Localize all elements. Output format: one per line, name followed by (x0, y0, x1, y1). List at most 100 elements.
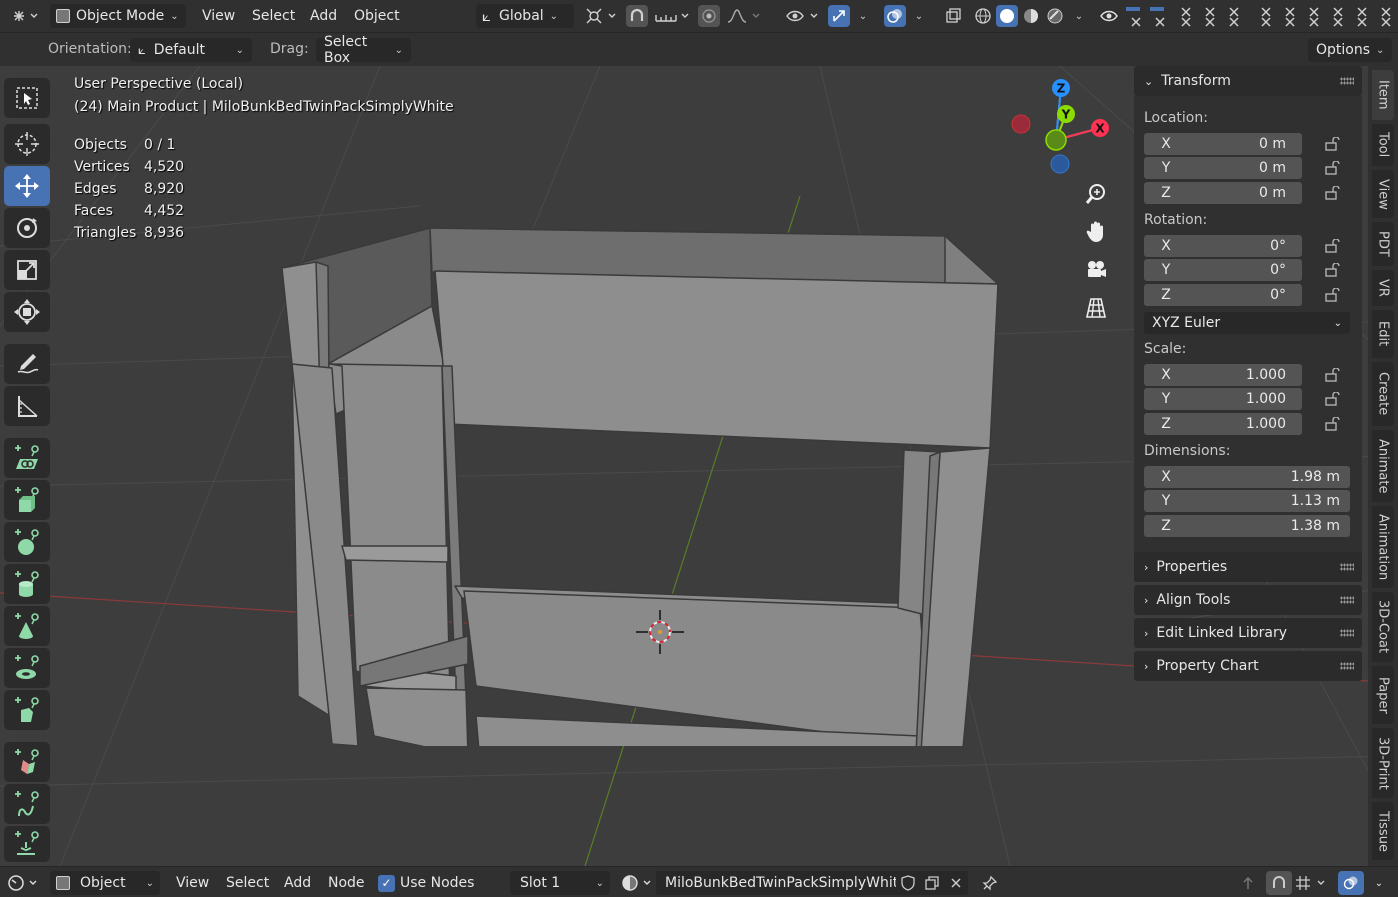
tab-animation[interactable]: Animation (1372, 506, 1394, 588)
shading-dropdown-icon[interactable]: ⌄ (1068, 5, 1090, 27)
transform-panel-header[interactable]: ⌄ Transform (1134, 66, 1362, 96)
add-cube-tool[interactable] (4, 480, 50, 520)
3d-cursor-icon[interactable] (634, 608, 686, 656)
overlay-dropdown-button[interactable]: ⌄ (1368, 871, 1390, 895)
menu-object[interactable]: Object (354, 4, 400, 28)
add-curve-tool[interactable] (4, 784, 50, 824)
overlay-dropdown-icon[interactable]: ⌄ (908, 5, 930, 27)
scale-z-field[interactable]: Z 1.000 (1144, 413, 1302, 435)
tab-view[interactable]: View (1372, 170, 1394, 218)
visibility-icon[interactable] (784, 5, 824, 27)
use-nodes-checkbox[interactable]: ✓ Use Nodes (378, 871, 474, 895)
3d-viewport[interactable]: User Perspective (Local) (24) Main Produ… (0, 66, 1398, 866)
tab-pdt[interactable]: PDT (1372, 222, 1394, 266)
mode-dropdown[interactable]: Object Mode ⌄ (50, 4, 186, 28)
lock-icon[interactable] (1324, 288, 1340, 302)
material-name-field[interactable]: MiloBunkBedTwinPackSimplyWhite (656, 871, 907, 895)
add-cylinder-tool[interactable] (4, 564, 50, 604)
cursor-tool[interactable] (4, 124, 50, 164)
add-object-tool[interactable] (4, 742, 50, 782)
material-shading-icon[interactable] (1020, 5, 1042, 27)
add-cone-tool[interactable] (4, 606, 50, 646)
options-dropdown[interactable]: Options ⌄ (1308, 38, 1392, 62)
pivot-icon[interactable] (584, 5, 620, 27)
navigation-gizmo[interactable]: Z Y X (1004, 76, 1116, 176)
snap-element-dropdown[interactable] (1294, 871, 1332, 895)
neg-x-axis-icon[interactable] (1011, 114, 1031, 134)
drag-dropdown[interactable]: Select Box ⌄ (316, 34, 411, 66)
add-light-tool[interactable] (4, 826, 50, 862)
drag-handle-icon[interactable] (1340, 596, 1354, 604)
measure-tool[interactable] (4, 386, 50, 426)
tab-3d-coat[interactable]: 3D-Coat (1372, 592, 1394, 662)
drag-handle-icon[interactable] (1340, 563, 1354, 571)
add-shape-tool[interactable] (4, 690, 50, 730)
tab-create[interactable]: Create (1372, 362, 1394, 426)
menu-add[interactable]: Add (310, 4, 337, 28)
tab-paper[interactable]: Paper (1372, 666, 1394, 724)
scale-tool[interactable] (4, 250, 50, 290)
select-box-tool[interactable] (4, 78, 50, 118)
neg-y-axis-icon[interactable] (1045, 129, 1067, 151)
lock-icon[interactable] (1324, 239, 1340, 253)
drag-handle-icon[interactable] (1340, 77, 1354, 85)
lock-icon[interactable] (1324, 263, 1340, 277)
duplicate-material-button[interactable] (920, 871, 944, 895)
location-y-field[interactable]: Y 0 m (1144, 157, 1302, 179)
rotate-tool[interactable] (4, 208, 50, 248)
tab-animate[interactable]: Animate (1372, 430, 1394, 502)
menu-select[interactable]: Select (252, 4, 295, 28)
annotate-tool[interactable] (4, 344, 50, 384)
transform-tool[interactable] (4, 292, 50, 332)
lock-icon[interactable] (1324, 392, 1340, 406)
rotation-x-field[interactable]: X 0° (1144, 235, 1302, 257)
object-type-dropdown[interactable]: Object ⌄ (50, 871, 160, 895)
dimensions-y-field[interactable]: Y 1.13 m (1144, 490, 1350, 512)
edit-linked-library-panel-header[interactable]: › Edit Linked Library (1134, 618, 1362, 648)
editor-type-icon[interactable] (8, 5, 42, 27)
properties-panel-header[interactable]: › Properties (1134, 552, 1362, 582)
tab-vr[interactable]: VR (1372, 270, 1394, 306)
footer-menu-add[interactable]: Add (284, 871, 311, 895)
drag-handle-icon[interactable] (1340, 662, 1354, 670)
tab-edit[interactable]: Edit (1372, 310, 1394, 358)
location-z-field[interactable]: Z 0 m (1144, 182, 1302, 204)
lock-icon[interactable] (1324, 161, 1340, 175)
orientation-dropdown[interactable]: ⟀ Default ⌄ (130, 38, 252, 62)
scale-y-field[interactable]: Y 1.000 (1144, 388, 1302, 410)
material-browse-button[interactable] (620, 871, 656, 895)
unlink-material-button[interactable] (944, 871, 968, 895)
parent-node-tree-button[interactable] (1236, 871, 1260, 895)
location-x-field[interactable]: X 0 m (1144, 133, 1302, 155)
gizmo-icon[interactable] (828, 5, 850, 27)
snap-icon[interactable] (626, 5, 648, 27)
add-torus-tool[interactable] (4, 648, 50, 688)
overlay-toggle-button[interactable] (1338, 871, 1364, 895)
overlay-icon[interactable] (884, 5, 906, 27)
rotation-mode-dropdown[interactable]: XYZ Euler ⌄ (1144, 312, 1350, 334)
falloff-icon[interactable] (724, 5, 764, 27)
proportional-edit-icon[interactable] (698, 5, 720, 27)
lock-icon[interactable] (1324, 137, 1340, 151)
slot-dropdown[interactable]: Slot 1 ⌄ (510, 871, 610, 895)
footer-menu-select[interactable]: Select (226, 871, 269, 895)
pin-button[interactable] (978, 871, 1002, 895)
footer-menu-node[interactable]: Node (328, 871, 365, 895)
eye-icon[interactable] (1098, 5, 1120, 27)
scale-x-field[interactable]: X 1.000 (1144, 364, 1302, 386)
menu-view[interactable]: View (202, 4, 235, 28)
camera-view-button[interactable] (1080, 254, 1112, 286)
lock-icon[interactable] (1324, 368, 1340, 382)
rendered-shading-icon[interactable] (1044, 5, 1066, 27)
move-tool[interactable] (4, 166, 50, 206)
add-sphere-tool[interactable] (4, 522, 50, 562)
dimensions-z-field[interactable]: Z 1.38 m (1144, 515, 1350, 537)
footer-menu-view[interactable]: View (176, 871, 209, 895)
tab-tool[interactable]: Tool (1372, 124, 1394, 166)
rotation-y-field[interactable]: Y 0° (1144, 259, 1302, 281)
pan-button[interactable] (1080, 216, 1112, 248)
solid-shading-icon[interactable] (996, 5, 1018, 27)
gizmo-dropdown-icon[interactable]: ⌄ (852, 5, 874, 27)
perspective-toggle-button[interactable] (1080, 292, 1112, 324)
bunk-bed-model[interactable] (270, 216, 1010, 746)
